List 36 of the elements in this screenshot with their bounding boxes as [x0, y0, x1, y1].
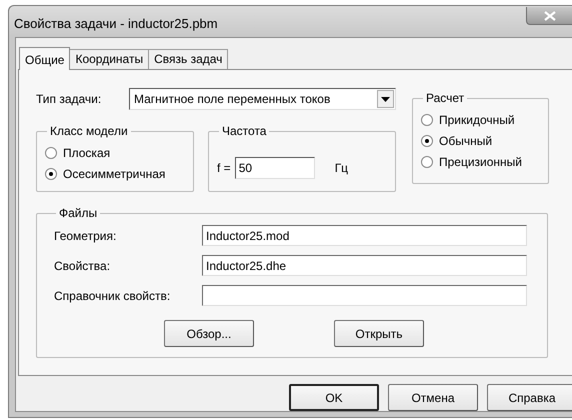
radio-label: Обычный — [439, 134, 492, 148]
dialog-button[interactable]: OK — [289, 384, 379, 411]
radio-label: Плоская — [63, 146, 110, 160]
radio-button[interactable] — [45, 146, 57, 158]
radio-label: Осесимметричная — [63, 166, 166, 180]
field-label: Свойства: — [54, 258, 112, 272]
field-label: Тип задачи: — [36, 92, 102, 106]
window-title: Свойства задачи - inductor25.pbm — [14, 16, 218, 31]
radio-button[interactable] — [421, 156, 433, 168]
unit-label: Гц — [334, 160, 348, 174]
input-field[interactable]: Inductor25.dhe — [202, 255, 527, 276]
frequency-field[interactable]: 50 — [234, 156, 315, 178]
close-button[interactable] — [526, 7, 572, 25]
tab[interactable]: Общие — [19, 47, 70, 70]
caret-icon — [381, 96, 390, 102]
field-label: Геометрия: — [54, 228, 118, 242]
group-title: Расчет — [425, 91, 466, 105]
dialog-button[interactable]: Обзор... — [164, 320, 254, 347]
field-label: f = — [217, 160, 231, 174]
group-title: Частота — [221, 124, 268, 138]
input-field[interactable]: Inductor25.mod — [202, 225, 527, 246]
input-field[interactable] — [202, 285, 527, 306]
group-title: Файлы — [58, 206, 98, 220]
radio-label: Прикидочный — [439, 112, 515, 126]
radio-button[interactable] — [45, 168, 57, 180]
field-label: Справочник свойств: — [54, 288, 172, 302]
close-icon — [544, 10, 556, 20]
group-title: Класс модели — [49, 124, 129, 138]
radio-label: Прецизионный — [439, 154, 522, 168]
tab[interactable]: Связь задач — [148, 49, 228, 69]
dialog-button[interactable]: Открыть — [334, 320, 424, 347]
dialog-button[interactable]: Отмена — [388, 384, 478, 411]
radio-button[interactable] — [421, 114, 433, 126]
dialog-button[interactable]: Справка — [487, 384, 572, 411]
radio-button[interactable] — [421, 134, 433, 146]
task-type-dropdown[interactable]: Магнитное поле переменных токов — [129, 88, 396, 110]
